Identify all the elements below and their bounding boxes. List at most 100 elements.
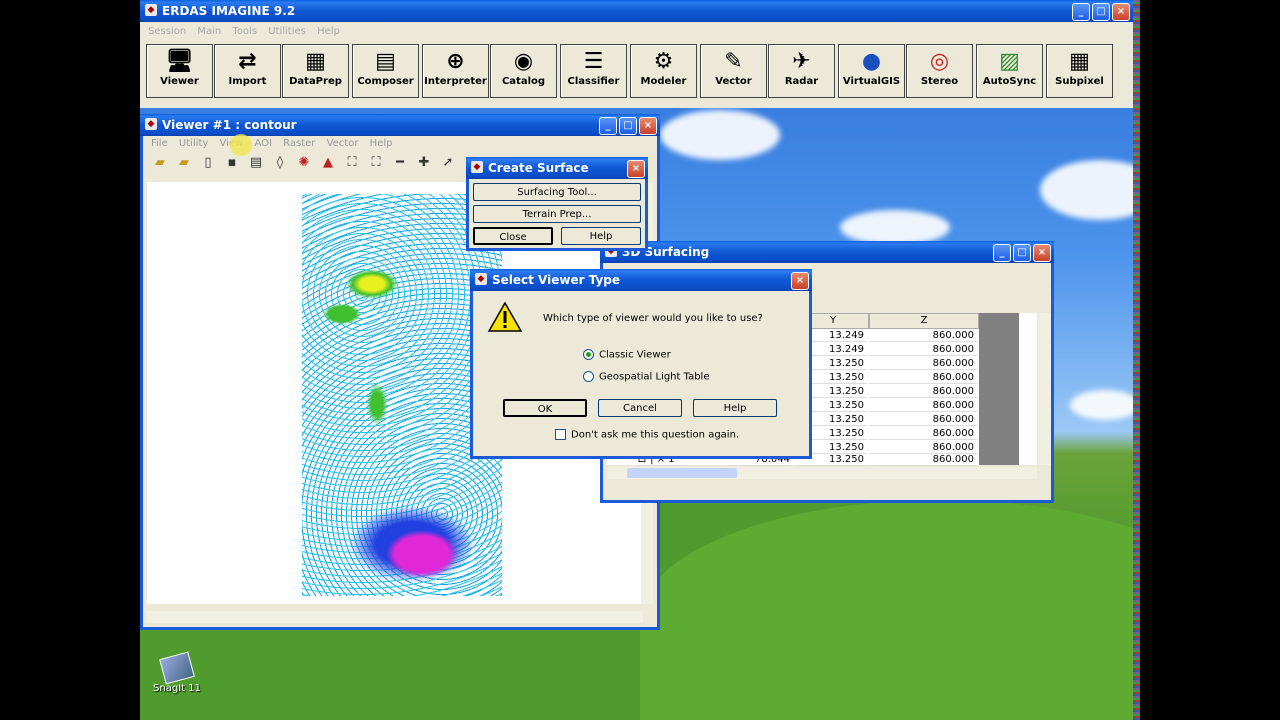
help-button[interactable]: Help (561, 227, 641, 245)
tool-label: AutoSync (982, 76, 1037, 87)
snagit-desktop-icon[interactable]: SnagIt 11 (152, 651, 202, 694)
radar-button[interactable]: ✈ Radar (768, 44, 835, 98)
interpreter-button[interactable]: ⊕ Interpreter (422, 44, 489, 98)
table-gray-column (979, 313, 1019, 465)
select-viewer-type-dialog: ◆ Select Viewer Type × Which type of vie… (470, 269, 812, 459)
viewer-menu-raster[interactable]: Raster (283, 138, 315, 149)
viewer-menu-file[interactable]: File (151, 138, 168, 149)
vector-button[interactable]: ✎ Vector (700, 44, 767, 98)
interpreter-icon: ⊕ (446, 49, 465, 74)
table-cell-z: 860.000 (869, 371, 977, 384)
table-cell-z: 860.000 (869, 413, 977, 426)
table-cell-z: 860.000 (869, 329, 977, 342)
open-folder-icon[interactable]: ▰ (151, 154, 169, 172)
import-button[interactable]: ⇄ Import (214, 44, 281, 98)
open-layer-icon[interactable]: ▰ (175, 154, 193, 172)
pointer-icon[interactable]: ➚ (439, 154, 457, 172)
table-vertical-scrollbar[interactable] (1039, 313, 1051, 465)
erdas-title: ERDAS IMAGINE 9.2 (162, 4, 296, 18)
menu-utilities[interactable]: Utilities (268, 26, 306, 37)
stereo-button[interactable]: ◎ Stereo (906, 44, 973, 98)
autosync-button[interactable]: ▨ AutoSync (976, 44, 1043, 98)
tool-label: DataPrep (289, 76, 342, 87)
new-icon[interactable]: ▯ (199, 154, 217, 172)
close-icon[interactable]: × (1112, 3, 1130, 21)
select-viewer-titlebar[interactable]: ◆ Select Viewer Type × (470, 269, 812, 291)
virtualgis-button[interactable]: ● VirtualGIS (838, 44, 905, 98)
create-surface-title: Create Surface (488, 161, 589, 175)
tool-label: Composer (357, 76, 414, 87)
screen-edge-noise (1133, 0, 1140, 720)
dataprep-button[interactable]: ▦ DataPrep (282, 44, 349, 98)
viewer-button[interactable]: 🖥 Viewer (146, 44, 213, 98)
classic-viewer-radio[interactable]: Classic Viewer (583, 349, 671, 361)
minimize-icon[interactable]: _ (599, 117, 617, 135)
viewer-horizontal-scrollbar[interactable] (147, 611, 643, 623)
save-icon[interactable]: ▪ (223, 154, 241, 172)
maximize-icon[interactable]: □ (1092, 3, 1110, 21)
radio-label: Geospatial Light Table (599, 371, 710, 383)
close-icon[interactable]: × (791, 272, 809, 290)
viewer-menu-help[interactable]: Help (370, 138, 393, 149)
terrain-prep-button[interactable]: Terrain Prep... (473, 205, 641, 223)
select-viewer-title: Select Viewer Type (492, 273, 621, 287)
viewer-menu-vector[interactable]: Vector (327, 138, 359, 149)
classifier-icon: ☰ (583, 49, 604, 74)
maximize-icon[interactable]: □ (1013, 244, 1031, 262)
table-cell-z: 860.000 (869, 399, 977, 412)
scrollbar-thumb[interactable] (627, 468, 737, 478)
menu-session[interactable]: Session (148, 26, 186, 37)
app-icon: ◆ (471, 161, 483, 173)
dataprep-icon: ▦ (305, 49, 326, 74)
zoom-in-icon[interactable]: ⛶ (343, 154, 361, 172)
erdas-main-window: ◆ ERDAS IMAGINE 9.2 _ □ × Session Main T… (140, 0, 1133, 108)
viewer-titlebar[interactable]: ◆ Viewer #1 : contour _ □ × (140, 114, 660, 136)
radar-icon: ✈ (792, 49, 811, 74)
clear-icon[interactable]: ◊ (271, 154, 289, 172)
close-icon[interactable]: × (627, 160, 645, 178)
maximize-icon[interactable]: □ (619, 117, 637, 135)
minimize-icon[interactable]: _ (993, 244, 1011, 262)
menu-main[interactable]: Main (197, 26, 221, 37)
tool-label: Radar (784, 76, 819, 87)
import-icon: ⇄ (238, 49, 257, 74)
cancel-button[interactable]: Cancel (598, 399, 682, 417)
subpixel-button[interactable]: ▦ Subpixel (1046, 44, 1113, 98)
table-cell-z: 860.000 (869, 357, 977, 370)
aoi-icon[interactable]: ✺ (295, 154, 313, 172)
table-horizontal-scrollbar[interactable] (607, 467, 1037, 479)
classifier-button[interactable]: ☰ Classifier (560, 44, 627, 98)
menu-help[interactable]: Help (317, 26, 340, 37)
line-icon[interactable]: ━ (391, 154, 409, 172)
checkbox-label: Don't ask me this question again. (571, 429, 740, 441)
catalog-button[interactable]: ◉ Catalog (490, 44, 557, 98)
radio-dot (583, 371, 594, 382)
close-button[interactable]: Close (473, 227, 553, 245)
radio-label: Classic Viewer (599, 349, 671, 361)
menu-tools[interactable]: Tools (232, 26, 257, 37)
geospatial-light-table-radio[interactable]: Geospatial Light Table (583, 371, 709, 383)
print-icon[interactable]: ▤ (247, 154, 265, 172)
viewer-menu-aoi[interactable]: AOI (254, 138, 272, 149)
modeler-button[interactable]: ⚙ Modeler (630, 44, 697, 98)
crosshair-icon[interactable]: ✚ (415, 154, 433, 172)
create-surface-titlebar[interactable]: ◆ Create Surface × (466, 157, 648, 179)
radio-dot (583, 349, 594, 360)
viewer-menu-utility[interactable]: Utility (179, 138, 208, 149)
erdas-titlebar[interactable]: ◆ ERDAS IMAGINE 9.2 _ □ × (140, 0, 1133, 22)
measure-icon[interactable]: ▲ (319, 154, 337, 172)
help-button[interactable]: Help (693, 399, 777, 417)
vector-icon: ✎ (724, 49, 743, 74)
composer-button[interactable]: ▤ Composer (352, 44, 419, 98)
table-cell-z: 860.000 (869, 453, 977, 466)
close-icon[interactable]: × (1033, 244, 1051, 262)
zoom-out-icon[interactable]: ⛶ (367, 154, 385, 172)
close-icon[interactable]: × (639, 117, 657, 135)
autosync-icon: ▨ (999, 49, 1020, 74)
surfacing-titlebar[interactable]: ◆ 3D Surfacing _ □ × (600, 241, 1054, 263)
column-header-z[interactable]: Z (869, 313, 979, 329)
dont-ask-checkbox[interactable]: Don't ask me this question again. (555, 429, 739, 441)
ok-button[interactable]: OK (503, 399, 587, 417)
minimize-icon[interactable]: _ (1072, 3, 1090, 21)
surfacing-tool-button[interactable]: Surfacing Tool... (473, 183, 641, 201)
